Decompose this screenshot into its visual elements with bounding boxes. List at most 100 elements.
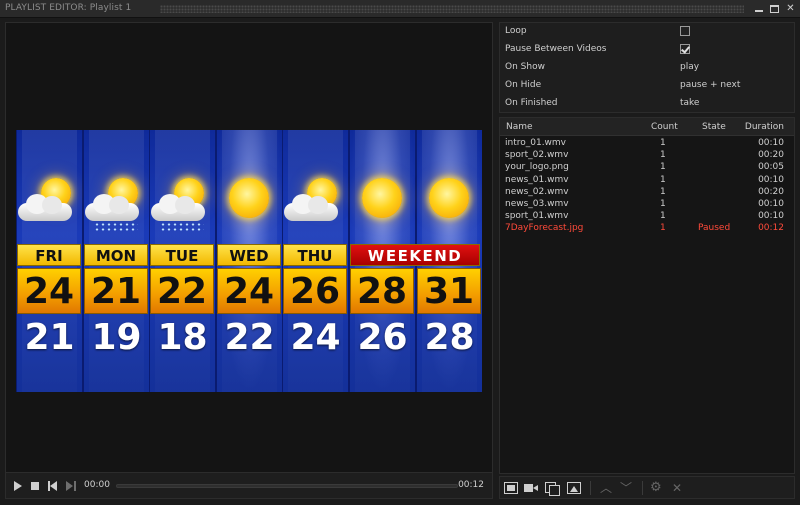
playlist-row[interactable]: sport_01.wmv 1 00:10 [500, 211, 794, 223]
day-label: FRI [17, 244, 81, 266]
toolbar-separator [642, 481, 643, 495]
day-label: WED [217, 244, 281, 266]
playlist-row[interactable]: your_logo.png 1 00:05 [500, 162, 794, 174]
high-temperature: 21 [84, 268, 148, 314]
title-bar-grip[interactable] [160, 5, 744, 13]
property-key: On Finished [505, 98, 558, 108]
row-duration: 00:12 [758, 223, 784, 234]
high-temperature: 24 [217, 268, 281, 314]
rain-icon [94, 222, 139, 232]
properties-panel: Loop Pause Between Videos On Show play On Hi… [499, 22, 795, 113]
row-name: news_01.wmv [505, 174, 569, 185]
window-title: PLAYLIST EDITOR: Playlist 1 [5, 3, 138, 13]
playlist-toolbar: ︿ ﹀ ⚙ ✕ [499, 476, 795, 499]
minimize-button[interactable] [753, 3, 764, 14]
play-icon[interactable] [14, 481, 22, 491]
row-name: news_03.wmv [505, 198, 569, 209]
toolbar-separator [590, 481, 591, 495]
row-count: 1 [660, 138, 666, 148]
playlist-row[interactable]: news_01.wmv 1 00:10 [500, 175, 794, 187]
previous-icon[interactable] [48, 481, 58, 491]
property-key: Pause Between Videos [505, 44, 607, 54]
property-checkbox[interactable] [680, 44, 690, 54]
playlist-header: Name Count State Duration [500, 118, 794, 136]
row-duration: 00:20 [758, 186, 784, 197]
row-count: 1 [660, 198, 666, 209]
row-duration: 00:10 [758, 211, 784, 222]
high-temperature: 28 [350, 268, 414, 314]
move-up-icon[interactable]: ︿ [600, 482, 614, 494]
property-value[interactable]: play [680, 62, 699, 72]
column-name[interactable]: Name [506, 122, 533, 132]
row-name: 7DayForecast.jpg [505, 223, 584, 234]
property-key: On Hide [505, 80, 542, 90]
day-label: TUE [150, 244, 214, 266]
row-duration: 00:20 [758, 150, 784, 161]
playlist-row[interactable]: 7DayForecast.jpg 1 Paused 00:12 [500, 223, 794, 235]
seek-bar[interactable] [116, 484, 458, 488]
duplicate-icon[interactable] [545, 482, 560, 496]
row-duration: 00:05 [758, 162, 784, 173]
total-time: 00:12 [458, 480, 484, 490]
property-row: On Finished take [500, 95, 794, 113]
stop-icon[interactable] [31, 482, 39, 490]
close-button[interactable]: ✕ [785, 3, 796, 14]
add-camera-icon[interactable] [524, 482, 538, 494]
gear-icon[interactable]: ⚙ [650, 481, 664, 494]
row-count: 1 [660, 150, 666, 161]
playlist-row[interactable]: sport_02.wmv 1 00:20 [500, 150, 794, 162]
row-count: 1 [660, 186, 666, 197]
delete-icon[interactable]: ✕ [672, 482, 686, 494]
move-down-icon[interactable]: ﹀ [620, 482, 634, 494]
add-image-icon[interactable] [567, 482, 581, 494]
low-temperature: 22 [224, 317, 275, 358]
playlist-rows: intro_01.wmv 1 00:10 sport_02.wmv 1 00:20 your… [500, 138, 794, 236]
low-temperature: 19 [91, 317, 142, 358]
video-panel: FRI 24 21 MON 21 19 TUE 22 18 WED 24 22 THU 26 24 28 26 3… [5, 22, 493, 499]
title-bar[interactable]: PLAYLIST EDITOR: Playlist 1 ✕ [0, 0, 800, 18]
maximize-icon [770, 5, 779, 13]
row-duration: 00:10 [758, 174, 784, 185]
playlist-row[interactable]: intro_01.wmv 1 00:10 [500, 138, 794, 150]
row-name: news_02.wmv [505, 186, 569, 197]
column-count[interactable]: Count [651, 122, 678, 132]
row-name: sport_02.wmv [505, 150, 569, 161]
weekend-label: WEEKEND [350, 244, 480, 266]
next-icon[interactable] [66, 481, 76, 491]
close-icon: ✕ [786, 3, 795, 14]
row-count: 1 [660, 211, 666, 222]
column-state[interactable]: State [702, 122, 726, 132]
column-duration[interactable]: Duration [745, 122, 784, 132]
playlist-row[interactable]: news_02.wmv 1 00:20 [500, 187, 794, 199]
property-key: On Show [505, 62, 545, 72]
minimize-icon [754, 10, 763, 12]
playlist-row[interactable]: news_03.wmv 1 00:10 [500, 199, 794, 211]
transport-bar: 00:00 00:12 [6, 472, 492, 498]
cloud-icon [151, 194, 206, 221]
property-row: Pause Between Videos [500, 41, 794, 59]
property-row: On Hide pause + next [500, 77, 794, 95]
row-duration: 00:10 [758, 198, 784, 209]
property-row: On Show play [500, 59, 794, 77]
high-temperature: 26 [283, 268, 347, 314]
row-duration: 00:10 [758, 138, 784, 148]
property-key: Loop [505, 26, 527, 36]
current-time: 00:00 [84, 480, 110, 490]
row-count: 1 [660, 223, 666, 234]
forecast-preview: FRI 24 21 MON 21 19 TUE 22 18 WED 24 22 THU 26 24 28 26 3… [16, 130, 482, 392]
high-temperature: 24 [17, 268, 81, 314]
add-video-icon[interactable] [504, 482, 518, 494]
cloud-icon [284, 194, 339, 221]
property-value[interactable]: pause + next [680, 80, 740, 90]
high-temperature: 31 [417, 268, 481, 314]
rain-icon [160, 222, 205, 232]
row-name: your_logo.png [505, 162, 569, 173]
maximize-button[interactable] [769, 3, 780, 14]
low-temperature: 26 [357, 317, 408, 358]
property-value[interactable]: take [680, 98, 699, 108]
day-label: THU [283, 244, 347, 266]
low-temperature: 21 [24, 317, 75, 358]
cloud-icon [85, 194, 140, 221]
row-name: sport_01.wmv [505, 211, 569, 222]
property-checkbox[interactable] [680, 26, 690, 36]
